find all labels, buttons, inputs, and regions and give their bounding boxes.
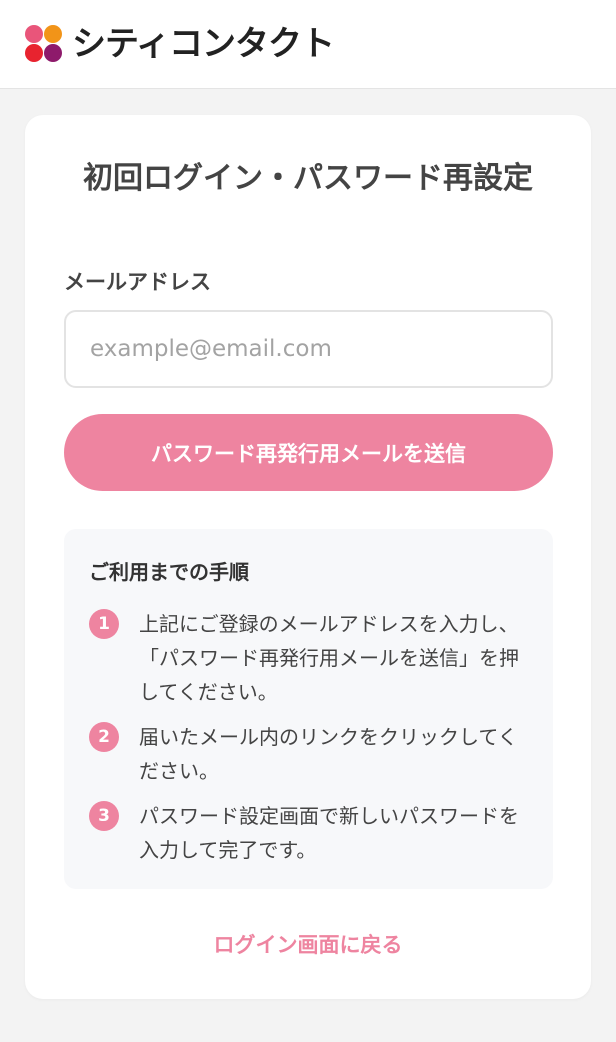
reset-password-card: 初回ログイン・パスワード再設定 メールアドレス パスワード再発行用メールを送信 … bbox=[25, 115, 591, 999]
step-number-badge: 3 bbox=[89, 801, 119, 831]
email-field[interactable] bbox=[64, 310, 553, 388]
usage-steps-panel: ご利用までの手順 1 上記にご登録のメールアドレスを入力し、「パスワード再発行用… bbox=[64, 529, 553, 889]
brand-name[interactable]: シティコンタクト bbox=[72, 22, 335, 66]
steps-title: ご利用までの手順 bbox=[89, 560, 249, 584]
step-number-badge: 2 bbox=[89, 722, 119, 752]
back-to-login-link[interactable]: ログイン画面に戻る bbox=[25, 927, 591, 963]
site-header: シティコンタクト bbox=[0, 0, 616, 89]
step-text: 届いたメール内のリンクをクリックしてください。 bbox=[139, 725, 518, 783]
step-text: 上記にご登録のメールアドレスを入力し、「パスワード再発行用メールを送信」を押して… bbox=[139, 612, 519, 704]
logo-dot-red bbox=[25, 44, 43, 62]
logo-dot-purple bbox=[44, 44, 62, 62]
logo-dot-pink bbox=[25, 25, 43, 43]
logo-dot-orange bbox=[44, 25, 62, 43]
step-number-badge: 1 bbox=[89, 609, 119, 639]
brand-logo-icon[interactable] bbox=[25, 25, 63, 63]
step-text: パスワード設定画面で新しいパスワードを入力して完了です。 bbox=[139, 804, 519, 862]
email-label: メールアドレス bbox=[64, 270, 211, 294]
page-title: 初回ログイン・パスワード再設定 bbox=[83, 161, 533, 196]
send-reset-email-button[interactable]: パスワード再発行用メールを送信 bbox=[64, 414, 553, 491]
